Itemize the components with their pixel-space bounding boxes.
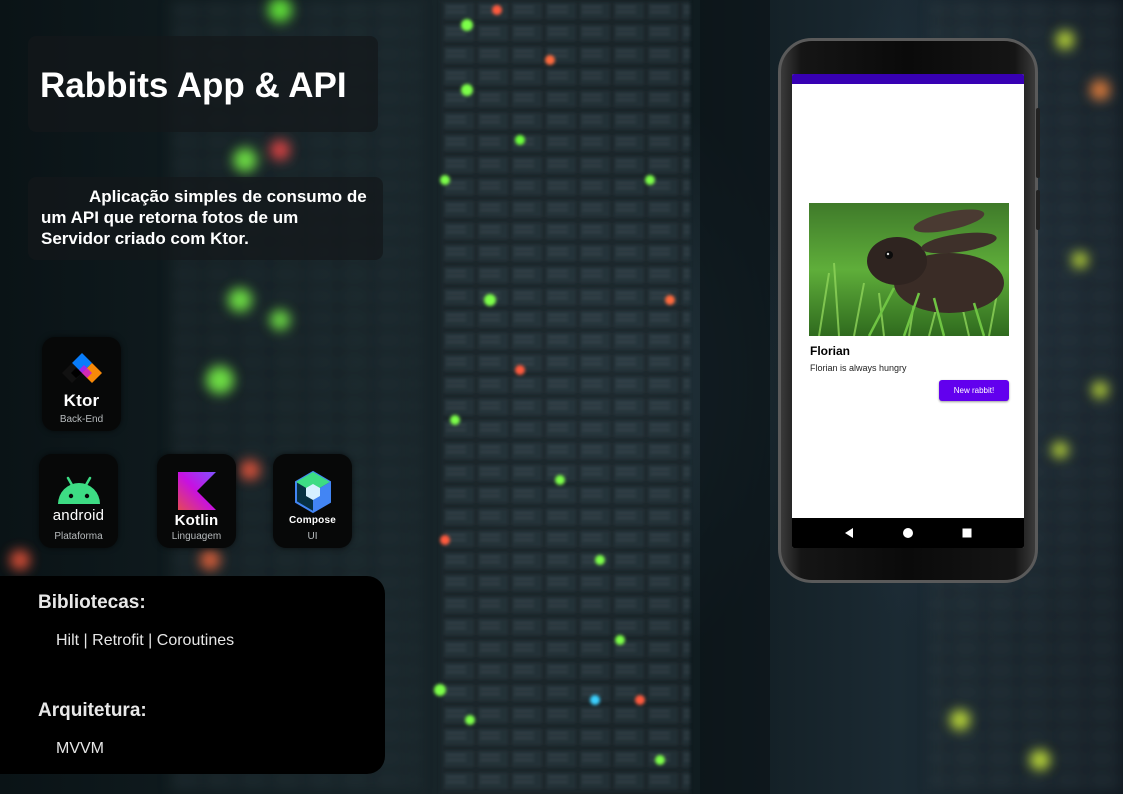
ktor-logo-text: Ktor <box>63 391 100 410</box>
kotlin-icon <box>177 472 216 510</box>
ktor-caption: Back-End <box>59 414 104 425</box>
ktor-tile: Ktor Back-End <box>42 337 121 431</box>
kotlin-tile: Kotlin Linguagem <box>157 454 236 548</box>
libraries-panel: Bibliotecas: Hilt | Retrofit | Coroutine… <box>0 576 385 774</box>
page-title: Rabbits App & API <box>40 66 347 105</box>
phone-screen: Florian Florian is always hungry New rab… <box>792 74 1024 548</box>
android-logo-text: android <box>52 507 105 524</box>
architecture-value: MVVM <box>56 740 104 757</box>
phone-side-button <box>1036 108 1040 178</box>
rabbit-photo <box>809 203 1009 336</box>
kotlin-caption: Linguagem <box>171 531 222 542</box>
compose-caption: UI <box>307 531 318 542</box>
kotlin-logo-text: Kotlin <box>174 512 219 529</box>
compose-logo-text: Compose <box>289 515 336 526</box>
rabbit-name: Florian <box>810 344 851 358</box>
libraries-list: Hilt | Retrofit | Coroutines <box>56 632 235 649</box>
android-tile: android Plataforma <box>39 454 118 548</box>
home-icon[interactable] <box>902 527 914 539</box>
jetpack-compose-icon <box>294 470 331 514</box>
app-description: Aplicação simples de consumo de um API q… <box>41 187 367 248</box>
back-icon[interactable] <box>843 527 855 539</box>
ktor-icon <box>61 353 102 383</box>
android-icon <box>57 476 100 504</box>
android-caption: Plataforma <box>54 531 103 542</box>
new-rabbit-button[interactable]: New rabbit! <box>939 380 1009 401</box>
libraries-heading: Bibliotecas: <box>38 592 146 613</box>
android-nav-bar <box>792 518 1024 548</box>
compose-tile: Compose UI <box>273 454 352 548</box>
status-bar <box>792 74 1024 84</box>
recents-icon[interactable] <box>961 527 973 539</box>
rabbit-description: Florian is always hungry <box>810 363 907 373</box>
architecture-heading: Arquitetura: <box>38 700 147 721</box>
phone-side-button <box>1036 190 1040 230</box>
